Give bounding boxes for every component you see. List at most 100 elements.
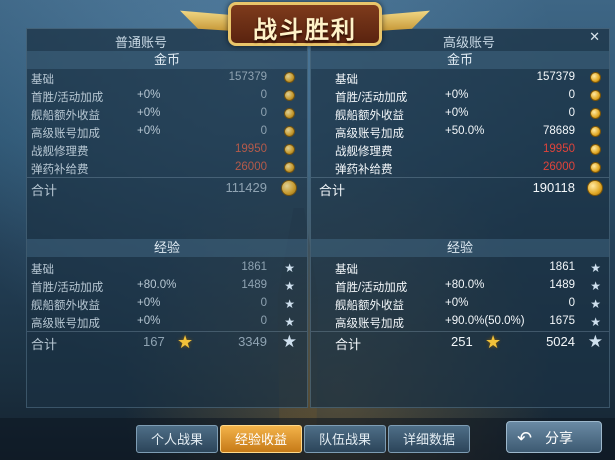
normal-gold-row-repair-cost: 战舰修理费 19950	[27, 141, 307, 159]
normal-gold-total-row: 合计 111429	[27, 177, 307, 198]
premium-gold-row-premium-bonus: 高级账号加成 +50.0% 78689	[311, 123, 609, 141]
coin-icon	[590, 90, 601, 101]
row-label: 舰船额外收益	[335, 300, 404, 312]
row-label: 战舰修理费	[31, 146, 89, 158]
coin-icon	[284, 108, 295, 119]
row-label: 首胜/活动加成	[31, 92, 104, 104]
row-value: 1861	[241, 261, 267, 273]
row-label: 高级账号加成	[31, 318, 100, 330]
row-value: 26000	[235, 161, 267, 173]
gold-star-icon: ★	[177, 332, 194, 352]
star-icon: ★	[590, 261, 601, 275]
row-bonus-pct: +0%	[137, 107, 161, 119]
normal-gold-row-ammo-cost: 弹药补给费 26000	[27, 159, 307, 177]
normal-gold-row-base: 基础 157379	[27, 69, 307, 87]
star-icon: ★	[284, 315, 295, 329]
normal-exp-header: 经验	[27, 239, 307, 257]
total-value: 3349	[238, 334, 267, 349]
coin-icon	[284, 72, 295, 83]
coin-icon	[590, 162, 601, 173]
total-label: 合计	[31, 183, 58, 198]
row-value: 0	[260, 315, 267, 327]
total-value: 190118	[532, 180, 575, 195]
premium-gold-row-ammo-cost: 弹药补给费 26000	[311, 159, 609, 177]
row-value: 1675	[549, 315, 575, 327]
row-value: 0	[568, 107, 575, 119]
row-label: 首胜/活动加成	[31, 282, 104, 294]
coin-icon	[590, 72, 601, 83]
row-value: 157379	[536, 71, 575, 83]
total-mid-value: 251	[451, 334, 473, 349]
premium-exp-row-ship-bonus: 舰船额外收益 +0% 0 ★	[311, 295, 609, 313]
normal-gold-row-premium-bonus: 高级账号加成 +0% 0	[27, 123, 307, 141]
normal-gold-row-ship-bonus: 舰船额外收益 +0% 0	[27, 105, 307, 123]
coin-icon	[590, 126, 601, 137]
share-arrow-icon: ↶	[517, 428, 533, 448]
coin-icon	[284, 126, 295, 137]
row-bonus-pct: +0%	[445, 89, 469, 101]
premium-gold-total-row: 合计 190118	[311, 177, 609, 198]
row-bonus-pct: +0%	[137, 297, 161, 309]
row-value: 26000	[543, 161, 575, 173]
premium-exp-row-premium-bonus: 高级账号加成 +90.0%(50.0%) 1675 ★	[311, 313, 609, 331]
premium-gold-row-base: 基础 157379	[311, 69, 609, 87]
victory-title: 战斗胜利	[253, 17, 357, 44]
normal-account-title: 普通账号	[115, 35, 168, 50]
close-icon: ✕	[589, 29, 600, 44]
premium-account-title: 高级账号	[443, 35, 496, 50]
share-label: 分享	[545, 430, 573, 446]
tab-team-results[interactable]: 队伍战果	[304, 425, 386, 453]
normal-exp-row-first-win: 首胜/活动加成 +80.0% 1489 ★	[27, 277, 307, 295]
normal-gold-row-first-win: 首胜/活动加成 +0% 0	[27, 87, 307, 105]
share-button[interactable]: ↶ 分享	[506, 421, 602, 453]
coin-icon	[284, 90, 295, 101]
row-bonus-pct: +0%	[445, 107, 469, 119]
close-button[interactable]: ✕	[566, 30, 606, 44]
normal-exp-row-premium-bonus: 高级账号加成 +0% 0 ★	[27, 313, 307, 331]
victory-banner: 战斗胜利	[180, 0, 430, 48]
coin-icon	[284, 162, 295, 173]
row-label: 首胜/活动加成	[335, 92, 408, 104]
total-value: 111429	[225, 180, 267, 195]
star-icon: ★	[281, 332, 297, 351]
row-bonus-pct: +90.0%(50.0%)	[445, 315, 525, 327]
row-label: 弹药补给费	[31, 164, 89, 176]
star-icon: ★	[590, 297, 601, 311]
row-bonus-pct: +50.0%	[445, 125, 485, 137]
premium-gold-row-ship-bonus: 舰船额外收益 +0% 0	[311, 105, 609, 123]
normal-exp-row-base: 基础 1861 ★	[27, 259, 307, 277]
row-label: 基础	[31, 74, 54, 86]
premium-gold-header: 金币	[311, 51, 609, 69]
row-label: 高级账号加成	[31, 128, 100, 140]
star-icon: ★	[590, 315, 601, 329]
total-mid-value: 167	[143, 334, 165, 349]
tab-detailed-data[interactable]: 详细数据	[388, 425, 470, 453]
row-value: 19950	[235, 143, 267, 155]
row-value: 0	[260, 297, 267, 309]
star-icon: ★	[284, 297, 295, 311]
tab-personal-results[interactable]: 个人战果	[136, 425, 218, 453]
coin-icon	[590, 144, 601, 155]
normal-account-panel: 普通账号 金币 基础 157379 首胜/活动加成 +0% 0 舰船额外收益 +…	[26, 28, 308, 408]
row-value: 0	[568, 89, 575, 101]
row-bonus-pct: +80.0%	[137, 279, 177, 291]
row-label: 舰船额外收益	[335, 110, 404, 122]
tab-exp-earnings[interactable]: 经验收益	[220, 425, 302, 453]
row-value: 1489	[241, 279, 267, 291]
gold-star-icon: ★	[485, 332, 502, 352]
row-value: 0	[260, 125, 267, 137]
row-label: 舰船额外收益	[31, 110, 100, 122]
coin-icon	[590, 108, 601, 119]
row-label: 弹药补给费	[335, 164, 393, 176]
row-label: 基础	[31, 264, 54, 276]
row-value: 19950	[543, 143, 575, 155]
row-bonus-pct: +0%	[137, 89, 161, 101]
normal-exp-row-ship-bonus: 舰船额外收益 +0% 0 ★	[27, 295, 307, 313]
premium-exp-row-first-win: 首胜/活动加成 +80.0% 1489 ★	[311, 277, 609, 295]
row-value: 0	[568, 297, 575, 309]
row-label: 基础	[335, 264, 358, 276]
row-value: 0	[260, 107, 267, 119]
premium-exp-row-base: 基础 1861 ★	[311, 259, 609, 277]
star-icon: ★	[284, 261, 295, 275]
normal-exp-total-row: 合计 167 ★ 3349 ★	[27, 331, 307, 352]
